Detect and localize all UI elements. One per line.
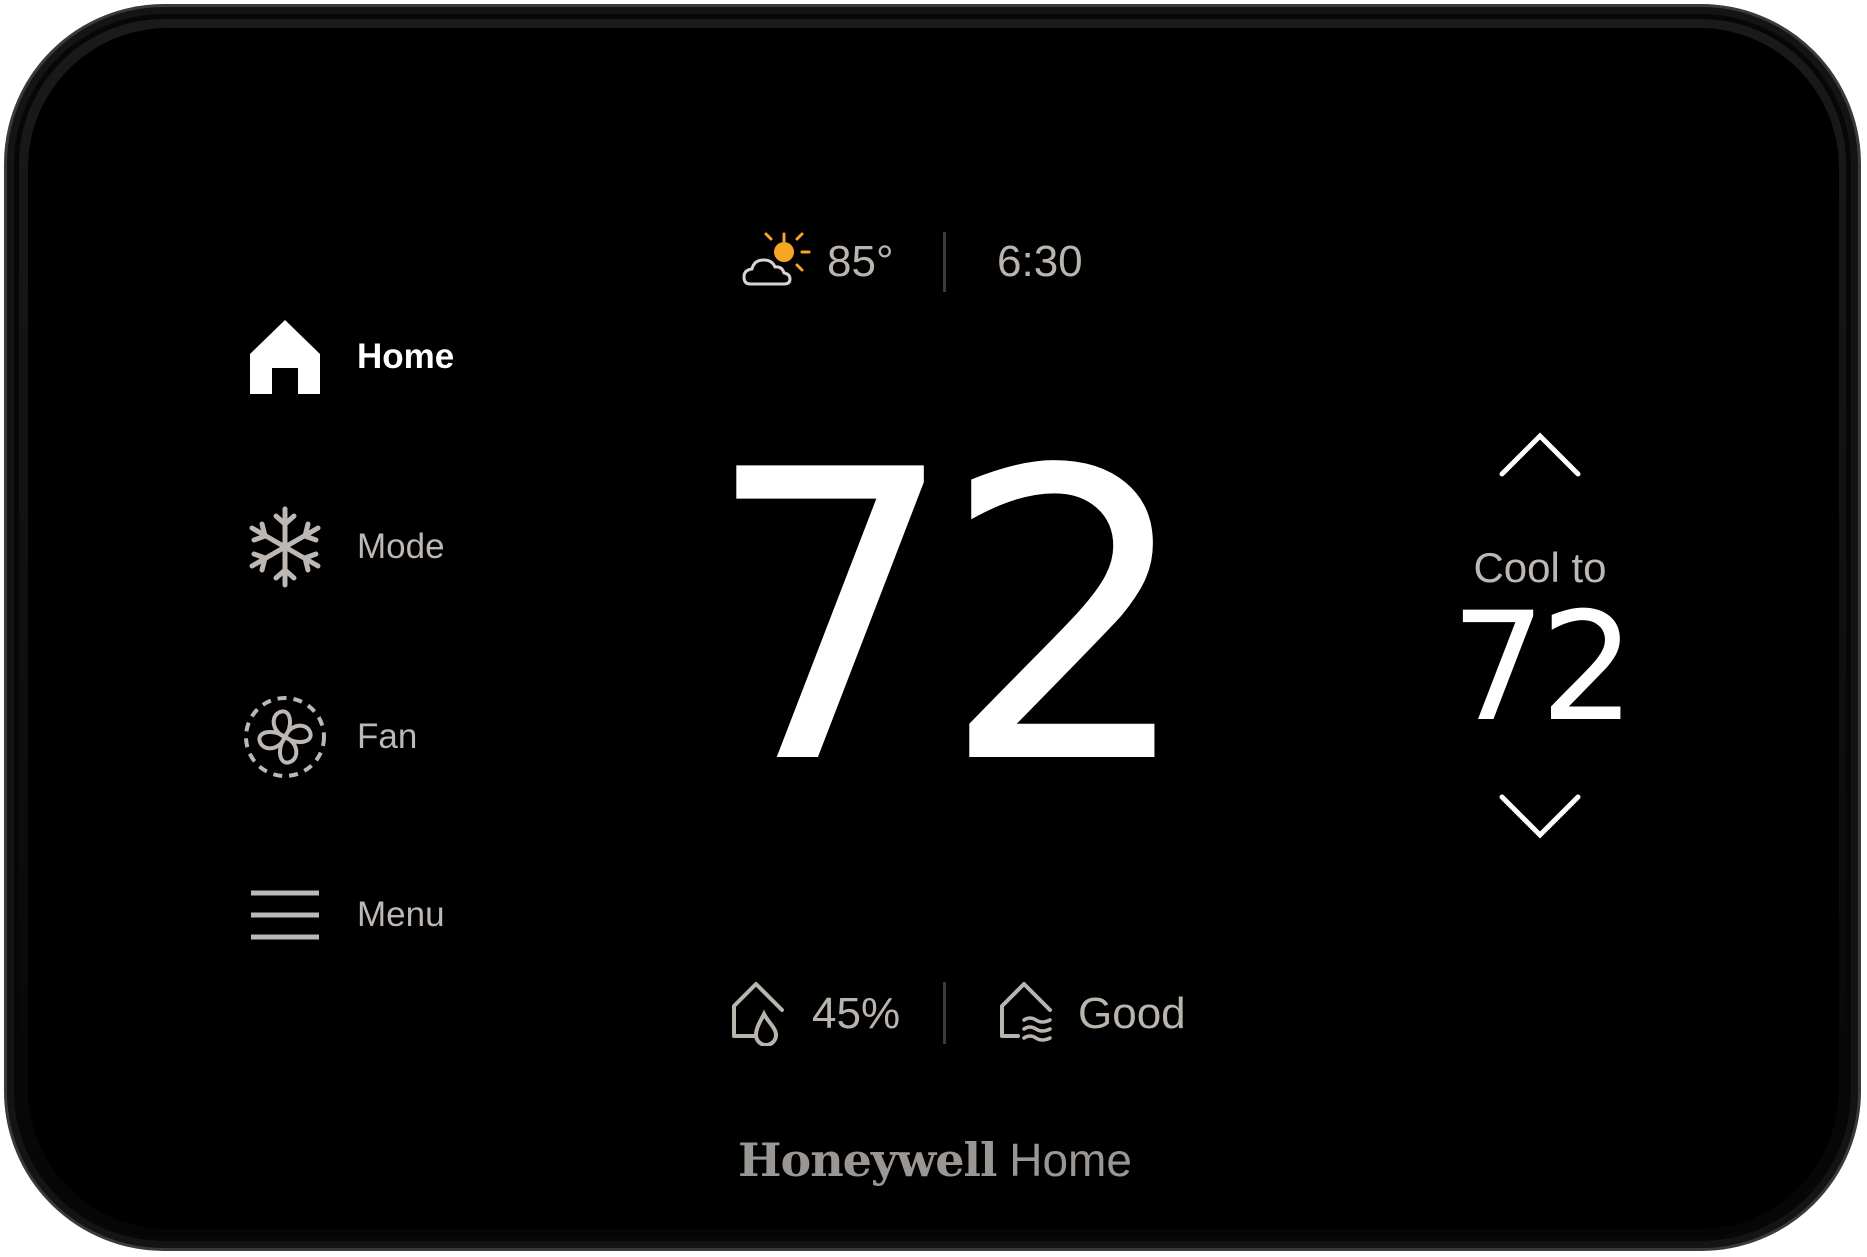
header-divider: [943, 232, 946, 292]
outdoor-temperature: 85°: [827, 237, 894, 286]
nav-item-menu[interactable]: Menu: [240, 870, 560, 960]
menu-icon: [240, 870, 330, 960]
clock-time: 6:30: [997, 237, 1083, 286]
setpoint-up-button[interactable]: [1480, 410, 1600, 500]
nav-label-menu: Menu: [357, 895, 445, 934]
indoor-humidity: 45%: [730, 980, 930, 1050]
setpoint-down-button[interactable]: [1480, 775, 1600, 865]
snowflake-icon: [240, 502, 330, 592]
nav-label-fan: Fan: [357, 717, 418, 756]
partly-sunny-icon: [742, 232, 812, 292]
nav-item-mode[interactable]: Mode: [240, 502, 560, 592]
setpoint-value: 72: [1450, 581, 1636, 755]
chevron-down-icon: [1498, 793, 1582, 848]
home-humidity-icon: [730, 980, 786, 1047]
nav-item-fan[interactable]: Fan: [240, 692, 560, 782]
weather-status: 85° 6:30: [742, 232, 1122, 292]
humidity-value: 45%: [812, 989, 901, 1038]
brand-logo: Honeywell Home: [700, 1130, 1170, 1190]
nav-label-mode: Mode: [357, 527, 445, 566]
air-quality-value: Good: [1078, 989, 1186, 1038]
nav-item-home[interactable]: Home: [240, 312, 560, 402]
brand-name-regular: Home: [1009, 1134, 1132, 1186]
chevron-up-icon: [1498, 428, 1582, 483]
current-temperature: 72: [703, 387, 1195, 852]
home-air-quality-icon: [998, 980, 1056, 1046]
air-quality: Good: [998, 980, 1218, 1050]
home-icon: [240, 312, 330, 402]
footer-divider: [943, 982, 946, 1044]
brand-name-bold: Honeywell: [738, 1133, 997, 1187]
fan-icon: [240, 692, 330, 782]
nav-label-home: Home: [357, 337, 455, 376]
